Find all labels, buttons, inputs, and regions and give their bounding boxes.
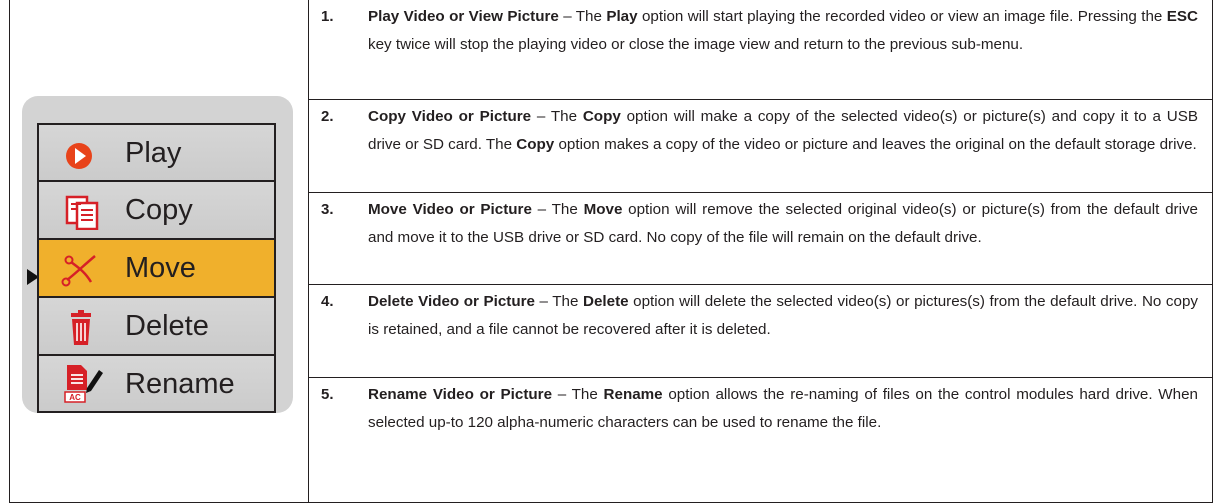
bold-text-segment: Delete Video or Picture	[368, 293, 535, 310]
bold-text-segment: Rename Video or Picture	[368, 386, 553, 403]
play-icon	[66, 143, 92, 169]
file-operations-menu: Play Copy Move Delete AC Rename	[37, 123, 276, 413]
text-segment: option makes a copy of the video or pict…	[554, 136, 1197, 153]
text-segment: – The	[535, 293, 583, 310]
menu-item-delete[interactable]: Delete	[37, 297, 276, 355]
description-row: 5. Rename Video or Picture – The Rename …	[309, 378, 1212, 503]
row-text: Move Video or Picture – The Move option …	[368, 193, 1198, 252]
rename-icon: AC	[64, 365, 103, 403]
row-number: 2.	[321, 108, 334, 125]
bold-text-segment: Play Video or View Picture	[368, 8, 559, 25]
bold-text-segment: ESC	[1166, 8, 1198, 25]
menu-item-rename[interactable]: AC Rename	[37, 355, 276, 413]
trash-icon	[71, 310, 91, 345]
copy-icon	[65, 195, 99, 230]
bold-text-segment: Move	[583, 201, 623, 218]
menu-item-play[interactable]: Play	[37, 123, 276, 181]
row-number: 5.	[321, 386, 334, 403]
text-segment: – The	[558, 8, 607, 25]
row-text: Copy Video or Picture – The Copy option …	[368, 100, 1198, 159]
bold-text-segment: Rename	[603, 386, 663, 403]
text-segment: – The	[531, 108, 583, 125]
scissors-icon	[61, 255, 96, 287]
row-number: 1.	[321, 8, 334, 25]
row-text: Delete Video or Picture – The Delete opt…	[368, 285, 1198, 344]
row-number: 4.	[321, 293, 334, 310]
description-row: 1. Play Video or View Picture – The Play…	[309, 0, 1212, 100]
description-row: 4. Delete Video or Picture – The Delete …	[309, 285, 1212, 378]
menu-item-label: Rename	[125, 368, 235, 400]
menu-item-label: Move	[125, 252, 196, 284]
bold-text-segment: Copy	[516, 136, 555, 153]
description-list: 1. Play Video or View Picture – The Play…	[309, 0, 1212, 503]
menu-item-label: Delete	[125, 310, 209, 342]
menu-item-label: Copy	[125, 194, 193, 226]
row-number: 3.	[321, 201, 334, 218]
menu-item-label: Play	[125, 137, 182, 169]
description-row: 3. Move Video or Picture – The Move opti…	[309, 193, 1212, 285]
text-segment: key twice will stop the playing video or…	[368, 36, 1024, 53]
row-text: Rename Video or Picture – The Rename opt…	[368, 378, 1198, 437]
menu-item-move[interactable]: Move	[37, 239, 276, 297]
bold-text-segment: Play	[606, 8, 638, 25]
bold-text-segment: Move Video or Picture	[368, 201, 532, 218]
bold-text-segment: Copy	[582, 108, 621, 125]
rename-badge: AC	[69, 393, 81, 402]
text-segment: – The	[531, 201, 584, 218]
bold-text-segment: Delete	[583, 293, 629, 310]
text-segment: option will start playing the recorded v…	[637, 8, 1167, 25]
text-segment: – The	[552, 386, 604, 403]
description-row: 2. Copy Video or Picture – The Copy opti…	[309, 100, 1212, 193]
menu-item-copy[interactable]: Copy	[37, 181, 276, 239]
bold-text-segment: Copy Video or Picture	[368, 108, 532, 125]
row-text: Play Video or View Picture – The Play op…	[368, 0, 1198, 59]
